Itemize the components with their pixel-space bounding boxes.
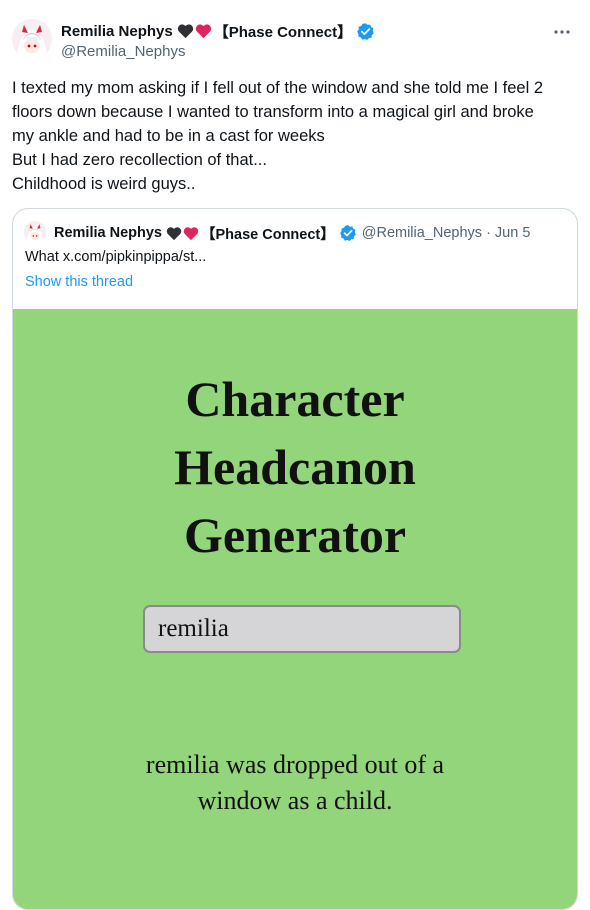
black-heart-icon	[177, 24, 193, 39]
black-heart-icon	[166, 226, 182, 240]
quoted-display-name[interactable]: Remilia Nephys	[54, 225, 162, 241]
tweet-text-line: I texted my mom asking if I fell out of …	[12, 79, 544, 97]
generator-title: Character Headcanon Generator	[13, 365, 577, 569]
more-options-icon[interactable]	[552, 22, 572, 42]
generator-name-input: remilia	[143, 605, 461, 653]
tweet: Remilia Nephys 【Phase Connect】 @Remilia_…	[0, 0, 590, 910]
author-affiliation: 【Phase Connect】	[213, 23, 353, 41]
tweet-text-line: my ankle and had to be in a cast for wee…	[12, 127, 325, 145]
generator-title-line: Headcanon	[174, 439, 416, 495]
generator-result-line: remilia was dropped out of a	[145, 750, 445, 779]
tweet-text-line: But I had zero recollection of that...	[12, 151, 267, 169]
red-heart-icon	[195, 24, 211, 39]
red-heart-icon	[183, 226, 199, 240]
author-handle[interactable]: @Remilia_Nephys	[61, 43, 185, 60]
quoted-heart-emojis	[166, 226, 199, 241]
quoted-name-row[interactable]: Remilia Nephys 【Phase Connect】 @Remilia_…	[54, 223, 530, 243]
author-avatar[interactable]	[12, 19, 52, 59]
quoted-handle-date[interactable]: @Remilia_Nephys · Jun 5	[362, 225, 531, 241]
quoted-author-avatar[interactable]	[24, 221, 46, 243]
generator-result: remilia was dropped out of a window as a…	[13, 747, 577, 819]
tweet-text-line: floors down because I wanted to transfor…	[12, 103, 534, 121]
heart-emojis	[177, 23, 212, 39]
quoted-tweet-image[interactable]: Character Headcanon Generator remilia re…	[13, 309, 577, 909]
quoted-tweet-card[interactable]: Remilia Nephys 【Phase Connect】 @Remilia_…	[12, 208, 578, 910]
verified-badge-icon[interactable]	[339, 224, 357, 242]
quoted-affiliation: 【Phase Connect】	[201, 226, 335, 243]
generator-title-line: Generator	[183, 507, 407, 563]
show-thread-link[interactable]: Show this thread	[25, 274, 133, 290]
author-name-row[interactable]: Remilia Nephys 【Phase Connect】	[61, 21, 375, 41]
generator-result-line: window as a child.	[197, 786, 393, 815]
author-display-name[interactable]: Remilia Nephys	[61, 23, 173, 40]
tweet-text-line: Childhood is weird guys..	[12, 175, 196, 193]
tweet-text: I texted my mom asking if I fell out of …	[12, 76, 578, 196]
generator-title-line: Character	[185, 371, 405, 427]
verified-badge-icon[interactable]	[356, 22, 375, 41]
quoted-tweet-text: What x.com/pipkinpippa/st...	[25, 249, 207, 265]
